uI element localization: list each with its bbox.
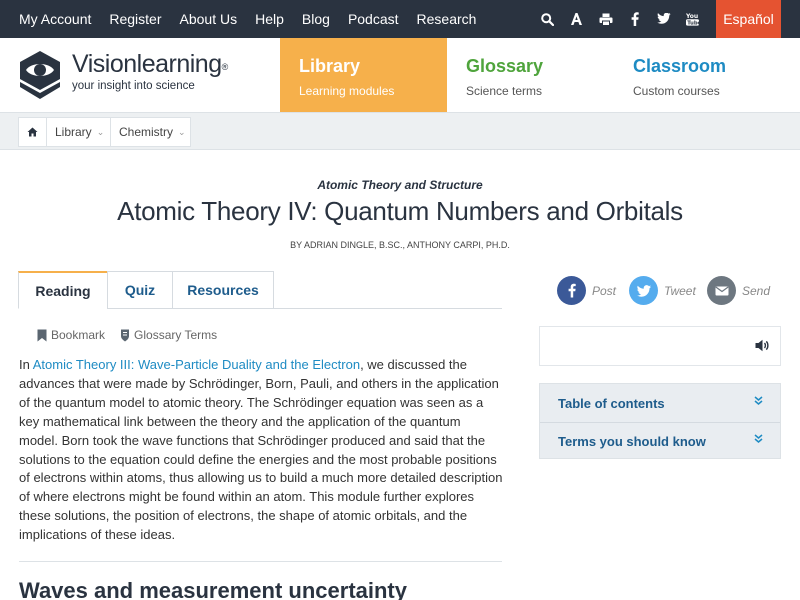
blog-link[interactable]: Blog (302, 11, 330, 27)
breadcrumb-chemistry-label: Chemistry (119, 125, 174, 139)
nav-glossary[interactable]: Glossary Science terms (447, 38, 614, 112)
svg-text:You: You (686, 13, 698, 20)
glossary-icon (121, 329, 130, 341)
print-icon[interactable] (591, 0, 620, 38)
breadcrumb-chemistry[interactable]: Chemistry ⌄ (110, 117, 191, 147)
section-divider (19, 561, 502, 562)
home-icon (27, 127, 38, 137)
nav-glossary-subtitle: Science terms (466, 84, 543, 98)
my-account-link[interactable]: My Account (19, 11, 91, 27)
espanol-button[interactable]: Español (716, 0, 781, 38)
bookmark-icon (37, 329, 47, 341)
svg-text:Tube: Tube (687, 20, 699, 26)
tab-quiz[interactable]: Quiz (107, 271, 173, 309)
share-facebook-label: Post (592, 283, 617, 298)
about-us-link[interactable]: About Us (180, 11, 238, 27)
double-chevron-down-icon (754, 434, 763, 446)
registered-mark: ® (221, 62, 229, 72)
share-email[interactable]: Send (707, 276, 770, 305)
logo-tagline: your insight into science (72, 80, 195, 92)
nav-classroom-subtitle: Custom courses (633, 84, 720, 98)
article-kicker: Atomic Theory and Structure (317, 178, 483, 192)
research-link[interactable]: Research (417, 11, 477, 27)
sidebar-panel: Table of contents Terms you should know (539, 383, 781, 459)
content-tabs: Reading Quiz Resources (18, 271, 274, 309)
nav-classroom-title: Classroom (633, 56, 727, 76)
nav-library-title: Library (299, 56, 361, 76)
register-link[interactable]: Register (109, 11, 161, 27)
breadcrumb: Library ⌄ Chemistry ⌄ (0, 112, 800, 150)
chevron-down-icon: ⌄ (178, 126, 186, 137)
terms-you-should-know-toggle[interactable]: Terms you should know (540, 422, 780, 460)
article-intro: In Atomic Theory III: Wave-Particle Dual… (19, 356, 503, 545)
page-title: Atomic Theory IV: Quantum Numbers and Or… (117, 196, 683, 226)
nav-classroom[interactable]: Classroom Custom courses (614, 38, 800, 112)
bookmark-label: Bookmark (51, 328, 106, 342)
nav-library-subtitle: Learning modules (299, 84, 395, 98)
eye-logo-icon (20, 51, 60, 99)
help-link[interactable]: Help (255, 11, 284, 27)
breadcrumb-home[interactable] (18, 117, 47, 147)
glossary-terms-button[interactable]: Glossary Terms (120, 328, 217, 342)
breadcrumb-library[interactable]: Library ⌄ (46, 117, 111, 147)
speaker-icon[interactable] (755, 339, 770, 357)
share-facebook[interactable]: Post (557, 276, 616, 305)
table-of-contents-toggle[interactable]: Table of contents (540, 384, 780, 422)
font-size-icon[interactable] (562, 0, 591, 38)
intro-prefix: In (19, 357, 33, 372)
top-icons: YouTube (533, 0, 707, 38)
article-tools: Bookmark Glossary Terms (37, 328, 232, 342)
facebook-icon (557, 276, 586, 305)
intro-text: , we discussed the advances that were ma… (19, 357, 503, 543)
double-chevron-down-icon (754, 396, 763, 408)
nav-glossary-title: Glossary (466, 56, 544, 76)
bookmark-button[interactable]: Bookmark (37, 328, 105, 342)
nav-library[interactable]: Library Learning modules (280, 38, 447, 112)
site-logo[interactable]: Visionlearning® your insight into scienc… (18, 50, 228, 100)
share-twitter[interactable]: Tweet (629, 276, 696, 305)
twitter-icon (629, 276, 658, 305)
tab-reading[interactable]: Reading (18, 271, 108, 309)
article-byline: BY ADRIAN DINGLE, B.SC., ANTHONY CARPI, … (290, 240, 510, 250)
atomic-theory-iii-link[interactable]: Atomic Theory III: Wave-Particle Duality… (33, 357, 360, 372)
twitter-icon[interactable] (649, 0, 678, 38)
email-icon (707, 276, 736, 305)
share-twitter-label: Tweet (664, 283, 696, 298)
tabs-divider (274, 308, 502, 309)
search-icon[interactable] (533, 0, 562, 38)
glossary-terms-label: Glossary Terms (134, 328, 218, 342)
terms-you-should-know-label: Terms you should know (558, 433, 706, 449)
share-email-label: Send (742, 283, 771, 298)
chevron-down-icon: ⌄ (96, 126, 105, 137)
top-nav: My Account Register About Us Help Blog P… (19, 0, 494, 38)
tab-resources[interactable]: Resources (172, 271, 274, 309)
table-of-contents-label: Table of contents (558, 395, 665, 411)
section-heading: Waves and measurement uncertainty (19, 578, 407, 600)
youtube-icon[interactable]: YouTube (678, 0, 707, 38)
audio-player (539, 326, 781, 366)
breadcrumb-library-label: Library (55, 125, 92, 139)
logo-name: Visionlearning (72, 50, 222, 78)
facebook-icon[interactable] (620, 0, 649, 38)
top-bar: My Account Register About Us Help Blog P… (0, 0, 800, 38)
podcast-link[interactable]: Podcast (348, 11, 399, 27)
